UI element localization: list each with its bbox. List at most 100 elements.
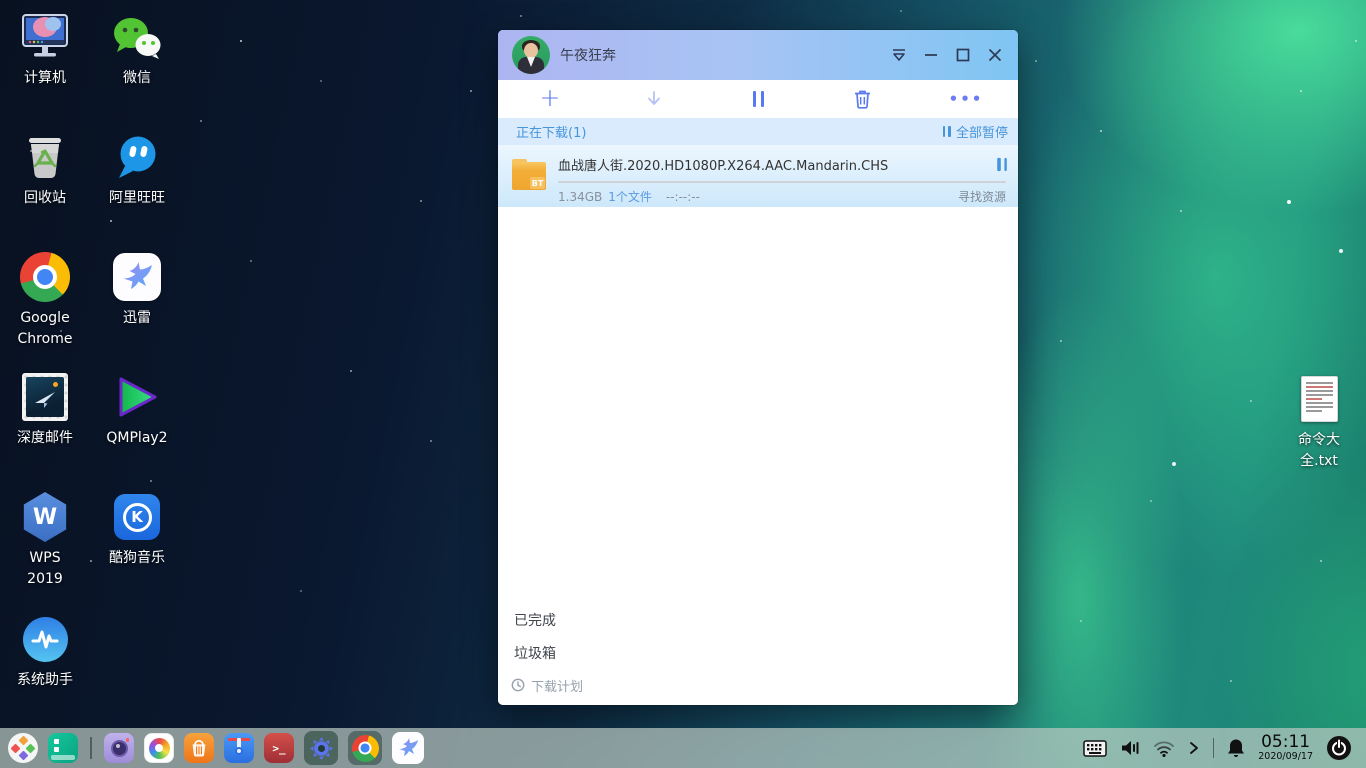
download-list-empty-area: [498, 207, 1018, 603]
deepin-mail-icon: [22, 373, 68, 421]
aliwangwang-icon: [114, 133, 160, 181]
wps-icon: W: [22, 492, 68, 542]
maximize-button[interactable]: [950, 42, 976, 68]
window-title: 午夜狂奔: [560, 45, 886, 65]
desktop-icon-label: Google Chrome: [10, 308, 80, 350]
task-pause-button[interactable]: [997, 158, 1007, 171]
multitasking-view-icon[interactable]: [48, 733, 78, 763]
desktop-icon-google-chrome[interactable]: Google Chrome: [9, 250, 81, 350]
desktop-icon-wps[interactable]: W WPS 2019: [9, 490, 81, 590]
taskbar-chrome-icon[interactable]: [348, 731, 382, 765]
desktop-icon-qmplay2[interactable]: QMPlay2: [101, 370, 173, 449]
task-size: 1.34GB: [558, 190, 602, 204]
more-icon: •••: [949, 90, 984, 108]
terminal-glyph: >_: [272, 742, 285, 755]
wifi-icon[interactable]: [1153, 740, 1175, 757]
text-file-icon: [1301, 376, 1338, 422]
gear-icon: [309, 736, 334, 761]
wps-letter: W: [33, 505, 57, 530]
user-avatar[interactable]: [512, 36, 550, 74]
downloading-section-header: 正在下载(1) 全部暂停: [498, 118, 1018, 145]
taskbar-clock[interactable]: 05:11 2020/09/17: [1258, 734, 1313, 762]
file-manager-icon[interactable]: [224, 733, 254, 763]
minimize-button[interactable]: [918, 42, 944, 68]
desktop-icon-label: 深度邮件: [17, 428, 73, 449]
plus-icon: +: [540, 85, 561, 110]
more-options-button[interactable]: •••: [914, 80, 1018, 118]
nav-download-plan-label: 下载计划: [531, 676, 583, 695]
nav-download-plan[interactable]: 下载计划: [498, 669, 1018, 705]
pause-all-button[interactable]: 全部暂停: [943, 122, 1008, 141]
desktop-icon-label: 命令大全.txt: [1292, 430, 1346, 472]
volume-icon[interactable]: [1120, 739, 1140, 757]
download-arrow-icon: [644, 89, 664, 109]
qmplay2-icon: [114, 374, 160, 420]
nav-completed[interactable]: 已完成: [498, 603, 1018, 636]
shutdown-icon[interactable]: [1326, 735, 1352, 761]
terminal-icon[interactable]: >_: [264, 733, 294, 763]
pause-all-icon: [943, 126, 951, 137]
recycle-bin-icon: [24, 134, 66, 180]
kugou-letter: K: [131, 508, 143, 526]
add-task-button[interactable]: +: [498, 80, 602, 118]
tray-separator: [1213, 738, 1215, 758]
xunlei-icon: [113, 253, 161, 301]
taskbar: >_: [0, 728, 1366, 768]
desktop-icon-label: WPS 2019: [10, 548, 80, 590]
wechat-icon: [112, 15, 162, 59]
start-download-button[interactable]: [602, 80, 706, 118]
kugou-icon: K: [114, 494, 160, 540]
download-task-row[interactable]: BT 血战唐人街.2020.HD1080P.X264.AAC.Mandarin.…: [498, 145, 1018, 207]
bt-folder-icon: BT: [512, 159, 546, 190]
close-button[interactable]: [982, 42, 1008, 68]
task-file-count-link[interactable]: 1个文件: [608, 188, 652, 205]
task-progress-bar: [558, 181, 1006, 183]
desktop-icon-wechat[interactable]: 微信: [101, 10, 173, 89]
control-center-icon[interactable]: [304, 731, 338, 765]
desktop-icon-recycle-bin[interactable]: 回收站: [9, 130, 81, 209]
desktop-icon-label: 酷狗音乐: [109, 548, 165, 569]
launcher-icon[interactable]: [8, 733, 38, 763]
system-assistant-icon: [23, 617, 68, 662]
bt-badge: BT: [530, 177, 545, 189]
desktop-icon-label: QMPlay2: [106, 428, 167, 449]
window-titlebar[interactable]: 午夜狂奔: [498, 30, 1018, 80]
nav-trash-label: 垃圾箱: [514, 643, 556, 663]
desktop-icon-txt-file[interactable]: 命令大全.txt: [1291, 372, 1347, 472]
pause-download-button[interactable]: [706, 80, 810, 118]
virtual-keyboard-icon[interactable]: [1083, 740, 1107, 757]
desktop-icon-kugou[interactable]: K 酷狗音乐: [101, 490, 173, 569]
xunlei-window: 午夜狂奔 +: [498, 30, 1018, 705]
nav-trash[interactable]: 垃圾箱: [498, 636, 1018, 669]
downloading-section-title[interactable]: 正在下载(1): [516, 122, 586, 141]
desktop-icon-xunlei[interactable]: 迅雷: [101, 250, 173, 329]
app-store-icon[interactable]: [184, 733, 214, 763]
expand-tray-icon[interactable]: [1188, 740, 1200, 756]
clock-time: 05:11: [1258, 734, 1313, 752]
desktop-icon-label: 回收站: [24, 188, 66, 209]
desktop-icon-computer[interactable]: 计算机: [9, 10, 81, 89]
task-filename: 血战唐人街.2020.HD1080P.X264.AAC.Mandarin.CHS: [558, 155, 888, 174]
desktop-icon-system-assistant[interactable]: 系统助手: [9, 612, 81, 691]
clock-date: 2020/09/17: [1258, 752, 1313, 762]
desktop-icon-aliwangwang[interactable]: 阿里旺旺: [101, 130, 173, 209]
taskbar-separator: [90, 737, 92, 759]
dropdown-filter-icon[interactable]: [886, 42, 912, 68]
shopping-bag-icon: [187, 736, 211, 760]
camera-icon[interactable]: [104, 733, 134, 763]
notification-bell-icon[interactable]: [1227, 738, 1245, 758]
wallpaper-stars: [0, 0, 2, 2]
delete-task-button[interactable]: [810, 80, 914, 118]
pause-all-label: 全部暂停: [956, 122, 1008, 141]
desktop-icon-label: 微信: [123, 68, 151, 89]
desktop-icon-label: 迅雷: [123, 308, 151, 329]
clock-icon: [511, 678, 525, 692]
desktop-icon-deepin-mail[interactable]: 深度邮件: [9, 370, 81, 449]
image-viewer-icon[interactable]: [144, 733, 174, 763]
taskbar-xunlei-icon[interactable]: [392, 732, 424, 764]
computer-icon: [20, 14, 70, 60]
pause-icon: [753, 91, 764, 107]
task-status: 寻找资源: [958, 188, 1006, 205]
task-eta: --:--:--: [666, 190, 700, 204]
desktop-icon-label: 阿里旺旺: [109, 188, 165, 209]
